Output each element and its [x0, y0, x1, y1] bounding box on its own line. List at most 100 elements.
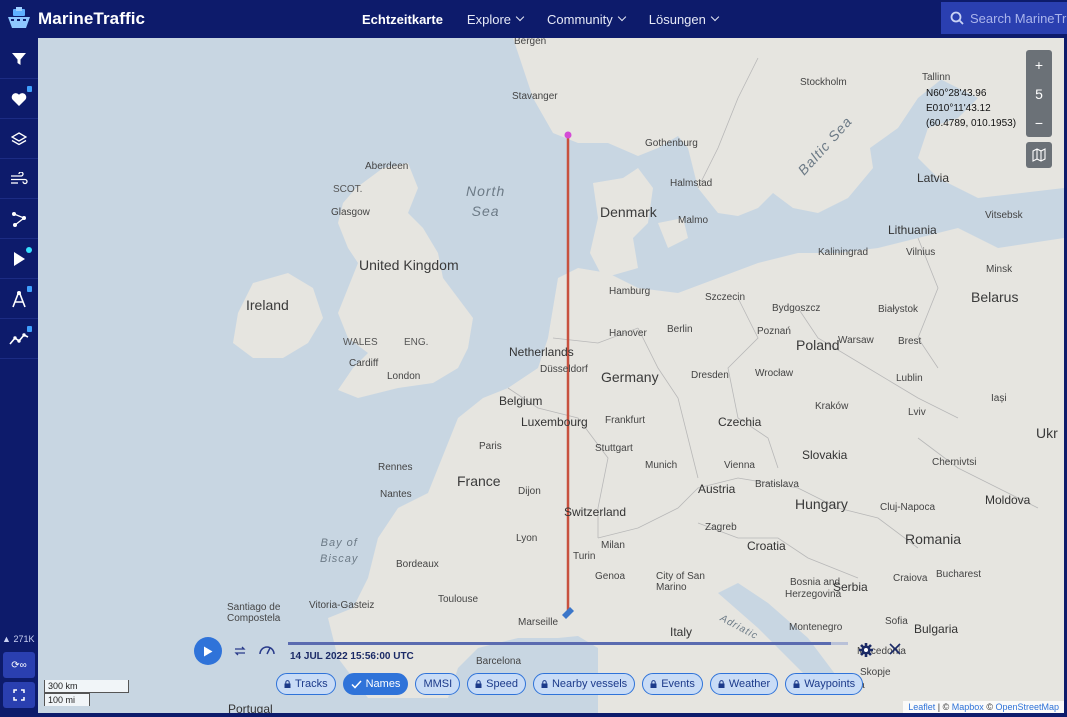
- chip-names[interactable]: Names: [342, 673, 409, 695]
- city-label: Bordeaux: [396, 559, 439, 570]
- city-label: Białystok: [878, 304, 919, 315]
- lock-icon: [27, 86, 32, 92]
- swap-icon[interactable]: [234, 645, 246, 657]
- map-icon: [1032, 148, 1046, 162]
- city-label: Szczecin: [705, 292, 746, 303]
- timeline-progress: [288, 642, 832, 645]
- osm-link[interactable]: OpenStreetMap: [995, 702, 1059, 712]
- chip-events[interactable]: Events: [642, 673, 703, 695]
- search-input[interactable]: [970, 10, 1067, 26]
- city-label: Bydgoszcz: [772, 303, 821, 314]
- fullscreen-button[interactable]: [3, 682, 35, 708]
- city-label: Cardiff: [349, 358, 379, 369]
- map-scale: 300 km 100 mi: [44, 680, 129, 706]
- lock-icon: [718, 680, 725, 688]
- marinetraffic-logo[interactable]: MarineTraffic: [6, 6, 145, 32]
- city-label: Marseille: [518, 617, 559, 628]
- city-label: Sofia: [885, 616, 908, 627]
- infinity-toggle-button[interactable]: ⟳ ∞: [3, 652, 35, 678]
- country-label: Bulgaria: [914, 622, 959, 636]
- weather-button[interactable]: [0, 160, 38, 199]
- timeline-slider[interactable]: [288, 642, 848, 645]
- chevron-down-icon: [710, 12, 720, 22]
- nav-explore[interactable]: Explore: [467, 12, 525, 27]
- chip-label: Speed: [486, 678, 518, 690]
- city-label: Toulouse: [438, 594, 479, 605]
- track-start-marker: [564, 131, 572, 139]
- city-label: Frankfurt: [605, 415, 646, 426]
- chip-nearby-vessels[interactable]: Nearby vessels: [532, 673, 636, 695]
- heart-icon: [11, 92, 27, 106]
- layers-button[interactable]: [0, 120, 38, 159]
- city-label: Milan: [601, 540, 625, 551]
- city-label: Halmstad: [670, 178, 713, 189]
- region-label: ENG.: [404, 337, 429, 348]
- vessel-count-value: 271K: [13, 634, 35, 644]
- cursor-coordinates: N60°28'43.96 E010°11'43.12 (60.4789, 010…: [926, 86, 1016, 131]
- nav-loesungen[interactable]: Lösungen: [649, 12, 720, 27]
- coords-lat: N60°28'43.96: [926, 88, 987, 99]
- nav-echtzeitkarte[interactable]: Echtzeitkarte: [362, 12, 443, 27]
- route-button[interactable]: [0, 200, 38, 239]
- speed-icon[interactable]: [258, 642, 276, 656]
- country-label: Portugal: [228, 702, 273, 713]
- chip-label: Tracks: [295, 678, 328, 690]
- country-label: Slovakia: [802, 448, 848, 462]
- mapbox-link[interactable]: Mapbox: [952, 702, 984, 712]
- zoom-out-button[interactable]: −: [1026, 108, 1052, 137]
- playback-options: Tracks Names MMSI Speed Nearby vessels E…: [276, 673, 870, 695]
- region-label: WALES: [343, 337, 378, 348]
- city-label: Hamburg: [609, 286, 651, 297]
- route-icon: [12, 212, 26, 227]
- city-label: Warsaw: [838, 335, 874, 346]
- map-type-button[interactable]: [1026, 142, 1052, 168]
- sea-label-line: North: [466, 183, 506, 199]
- measure-button[interactable]: [0, 280, 38, 319]
- city-label: Glasgow: [331, 207, 370, 218]
- city-label: Vitsebsk: [985, 210, 1023, 221]
- nav-community[interactable]: Community: [547, 12, 626, 27]
- ship-logo-icon: [8, 7, 30, 28]
- chip-tracks[interactable]: Tracks: [276, 673, 336, 695]
- scale-metric: 300 km: [44, 680, 129, 693]
- search-box[interactable]: [941, 2, 1067, 34]
- leaflet-link[interactable]: Leaflet: [908, 702, 935, 712]
- play-button[interactable]: [194, 637, 222, 665]
- playback-button[interactable]: [0, 240, 38, 279]
- city-label: Genoa: [595, 571, 626, 582]
- map-canvas[interactable]: North Sea Baltic Sea Bay of Biscay Adriati…: [38, 38, 1064, 713]
- filter-button[interactable]: [0, 40, 38, 79]
- chip-mmsi[interactable]: MMSI: [415, 673, 461, 695]
- city-label: Zagreb: [705, 522, 737, 533]
- chip-label: Events: [661, 678, 695, 690]
- check-icon: [351, 679, 362, 689]
- region-label: SCOT.: [333, 184, 363, 195]
- city-label: Dijon: [518, 486, 541, 497]
- city-label: Brest: [898, 336, 922, 347]
- chip-waypoints[interactable]: Waypoints: [785, 673, 864, 695]
- chip-weather[interactable]: Weather: [709, 673, 779, 695]
- zoom-control: + 5 −: [1026, 50, 1052, 137]
- close-icon[interactable]: [888, 642, 902, 656]
- city-label: Düsseldorf: [540, 364, 588, 375]
- gear-icon[interactable]: [858, 642, 874, 658]
- country-label: Romania: [905, 531, 962, 547]
- zoom-in-button[interactable]: +: [1026, 50, 1052, 79]
- chip-speed[interactable]: Speed: [467, 673, 526, 695]
- coords-decimal: (60.4789, 010.1953): [926, 118, 1017, 129]
- analytics-button[interactable]: [0, 320, 38, 359]
- city-label: Stuttgart: [595, 443, 633, 454]
- city-label: Rennes: [378, 462, 413, 473]
- country-label: Latvia: [917, 171, 950, 185]
- left-sidebar: ▲ 271K ⟳ ∞: [0, 38, 38, 717]
- ship-count-icon: ▲: [2, 634, 11, 644]
- cluster-icon: ⟳: [11, 659, 20, 671]
- country-label: Montenegro: [789, 622, 843, 633]
- country-label: Belgium: [499, 394, 543, 408]
- city-label: Bergen: [514, 38, 547, 47]
- city-label: Kraków: [815, 401, 849, 412]
- city-label: Minsk: [986, 264, 1013, 275]
- favorites-button[interactable]: [0, 80, 38, 119]
- zoom-level: 5: [1035, 85, 1043, 102]
- chip-label: Weather: [728, 678, 771, 690]
